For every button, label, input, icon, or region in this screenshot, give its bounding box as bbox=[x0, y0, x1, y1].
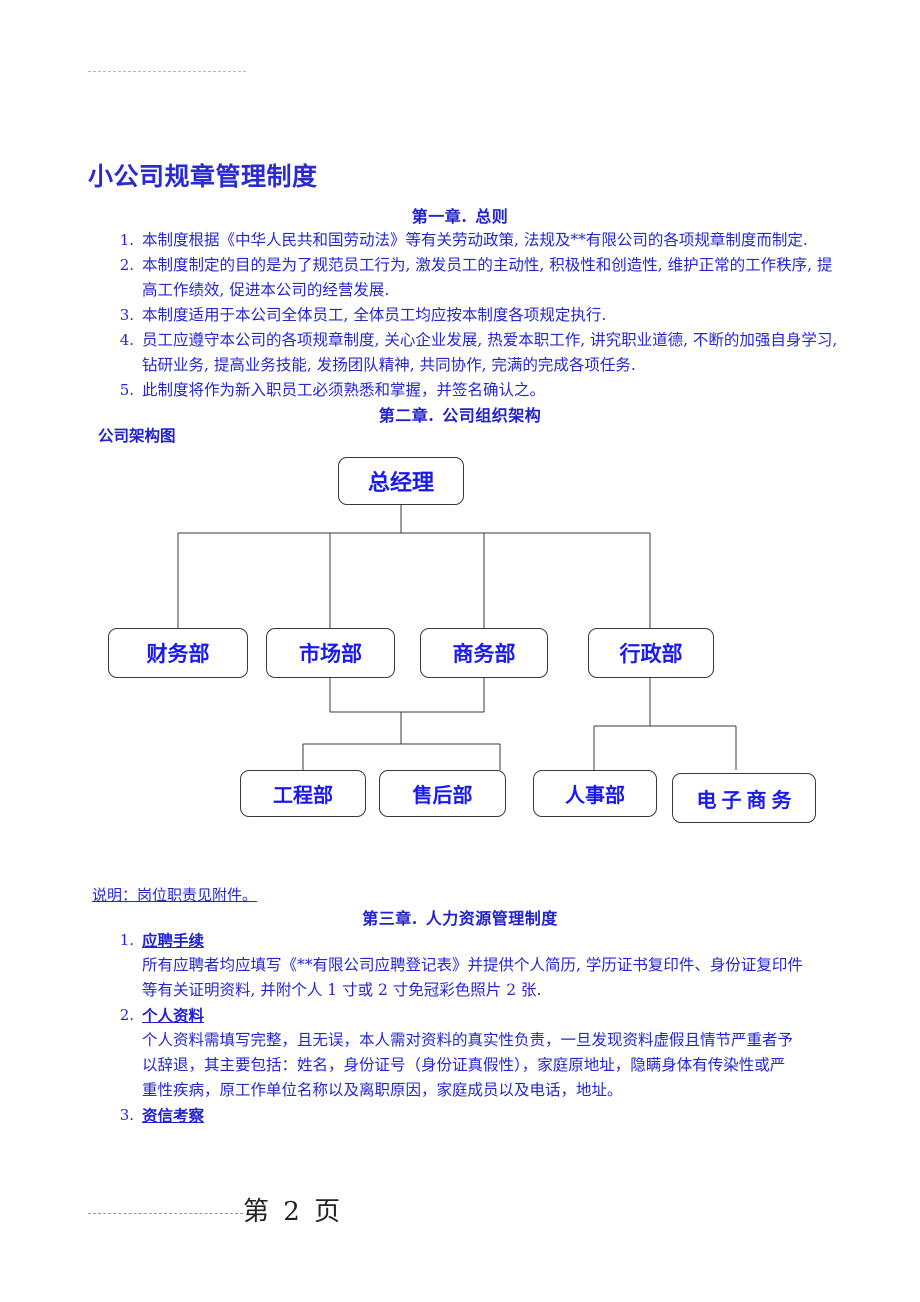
chapter-2-name: 公司组织架构 bbox=[442, 406, 542, 425]
list-item-number: 2. bbox=[119, 1006, 134, 1024]
subsection-heading: 个人资料 bbox=[142, 1006, 205, 1025]
document-page: 小公司规章管理制度 第一章. 总则 1. 本制度根据《中华人民共和国劳动法》等有关… bbox=[0, 0, 920, 1302]
chapter-2-heading: 第二章. 公司组织架构 bbox=[0, 402, 920, 426]
org-node-finance: 财务部 bbox=[108, 628, 248, 678]
org-node-admin: 行政部 bbox=[588, 628, 714, 678]
org-chart-note: 说明：岗位职责见附件。 bbox=[92, 886, 258, 904]
org-node-business: 商务部 bbox=[420, 628, 548, 678]
list-item-number: 1. bbox=[119, 931, 134, 949]
chapter-3-number: 第三章. bbox=[362, 909, 418, 928]
org-node-aftersales: 售后部 bbox=[379, 770, 506, 817]
chapter-1-heading: 第一章. 总则 bbox=[0, 203, 920, 227]
page-title: 小公司规章管理制度 bbox=[88, 162, 318, 191]
section-label-org-chart: 公司架构图 bbox=[98, 427, 176, 445]
list-item-number: 2. bbox=[119, 256, 134, 274]
list-item-number: 3. bbox=[119, 1106, 134, 1124]
list-item: 此制度将作为新入职员工必须熟悉和掌握，并签名确认之。 bbox=[142, 381, 546, 399]
list-item-number: 5. bbox=[119, 381, 134, 399]
paragraph-line: 以辞退，其主要包括：姓名，身份证号（身份证真假性），家庭原地址，隐瞒身体有传染性… bbox=[142, 1056, 786, 1074]
org-node-engineering: 工程部 bbox=[240, 770, 366, 817]
paragraph-line: 等有关证明资料, 并附个人 1 寸或 2 寸免冠彩色照片 2 张. bbox=[142, 981, 542, 999]
footer-divider bbox=[88, 1213, 243, 1214]
org-node-ecommerce: 电子商务 bbox=[672, 773, 816, 823]
org-node-marketing: 市场部 bbox=[266, 628, 395, 678]
chapter-3-name: 人力资源管理制度 bbox=[425, 909, 558, 928]
paragraph-line: 重性疾病，原工作单位名称以及离职原因，家庭成员以及电话，地址。 bbox=[142, 1081, 623, 1099]
chapter-3-heading: 第三章. 人力资源管理制度 bbox=[0, 905, 920, 929]
header-divider bbox=[88, 71, 246, 72]
list-item-number: 1. bbox=[119, 231, 134, 249]
org-node-gm: 总经理 bbox=[338, 457, 464, 505]
page-number: 第 2 页 bbox=[243, 1197, 344, 1227]
list-item: 本制度制定的目的是为了规范员工行为, 激发员工的主动性, 积极性和创造性, 维护… bbox=[142, 256, 833, 299]
chapter-1-number: 第一章. bbox=[411, 207, 468, 226]
list-item: 本制度根据《中华人民共和国劳动法》等有关劳动政策, 法规及**有限公司的各项规章… bbox=[142, 231, 808, 249]
subsection-heading: 应聘手续 bbox=[142, 931, 205, 950]
list-item-number: 3. bbox=[119, 306, 134, 324]
paragraph-line: 所有应聘者均应填写《**有限公司应聘登记表》并提供个人简历, 学历证书复印件、身… bbox=[142, 956, 803, 974]
list-item: 本制度适用于本公司全体员工, 全体员工均应按本制度各项规定执行. bbox=[142, 306, 607, 324]
subsection-heading: 资信考察 bbox=[142, 1106, 205, 1125]
paragraph-line: 个人资料需填写完整，且无误，本人需对资料的真实性负责，一旦发现资料虚假且情节严重… bbox=[142, 1031, 794, 1049]
list-item-number: 4. bbox=[119, 331, 134, 349]
org-node-hr: 人事部 bbox=[533, 770, 657, 817]
chapter-1-name: 总则 bbox=[475, 207, 509, 226]
chapter-2-number: 第二章. bbox=[378, 406, 435, 425]
list-item: 员工应遵守本公司的各项规章制度, 关心企业发展, 热爱本职工作, 讲究职业道德,… bbox=[142, 331, 838, 374]
